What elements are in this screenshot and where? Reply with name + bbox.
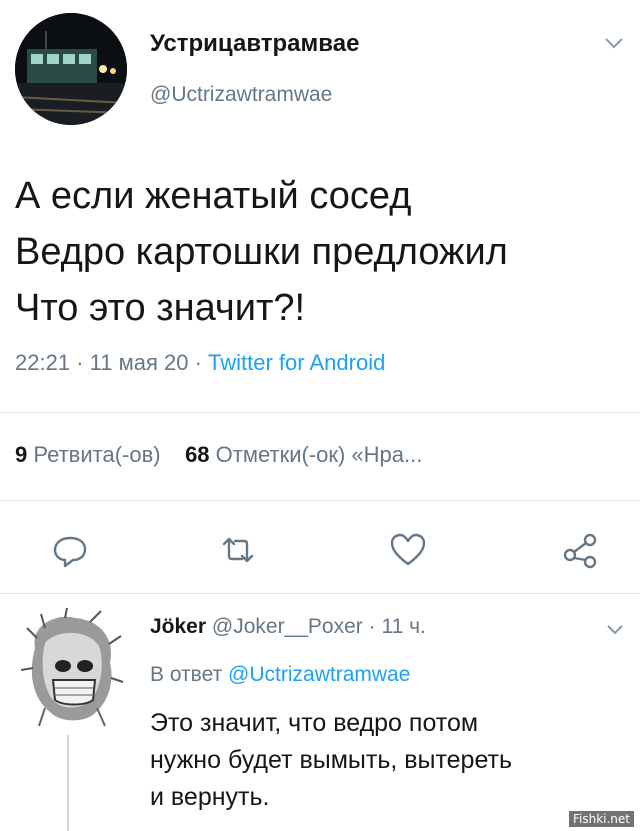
reply-to-mention[interactable]: @Uctrizawtramwae: [228, 663, 410, 686]
tweet-stats: 9 Ретвита(-ов) 68 Отметки(-ок) «Нра...: [15, 442, 422, 468]
reply-header: Jöker @Joker__Poxer · 11 ч.: [150, 615, 426, 639]
author-display-name[interactable]: Устрицавтрамвае: [150, 30, 359, 58]
joker-sketch-avatar: [15, 607, 125, 728]
likes-count: 68: [185, 442, 210, 467]
tweet-date[interactable]: 11 мая 20: [90, 350, 189, 375]
like-icon[interactable]: [388, 530, 428, 570]
tweet-meta: 22:21 · 11 мая 20 · Twitter for Android: [15, 350, 385, 376]
author-handle[interactable]: @Uctrizawtramwae: [150, 83, 332, 107]
thread-line: [67, 735, 69, 831]
author-avatar[interactable]: [15, 13, 127, 125]
chevron-down-icon[interactable]: [606, 623, 624, 636]
reply-author-avatar[interactable]: [15, 607, 125, 728]
reply-text: Это значит, что ведро потом нужно будет …: [150, 709, 513, 811]
retweet-icon[interactable]: [218, 530, 258, 570]
likes-stat[interactable]: 68 Отметки(-ок) «Нра...: [185, 442, 422, 467]
reply-age[interactable]: 11 ч.: [381, 615, 425, 638]
retweets-stat[interactable]: 9 Ретвита(-ов): [15, 442, 161, 467]
tweet-text: А если женатый сосед Ведро картошки пред…: [15, 175, 508, 329]
tweet-source-link[interactable]: Twitter for Android: [208, 350, 385, 375]
reply-icon[interactable]: [50, 530, 90, 570]
meta-separator: ·: [194, 350, 209, 375]
chevron-down-icon[interactable]: [604, 36, 624, 50]
watermark: Fishki.net: [568, 811, 634, 827]
reply-handle[interactable]: @Joker__Poxer: [212, 615, 363, 638]
divider: [0, 593, 640, 594]
reply-to-prefix: В ответ: [150, 663, 223, 686]
tram-avatar-image: [15, 13, 127, 125]
reply-to-line: В ответ @Uctrizawtramwae: [150, 663, 410, 687]
retweets-label: Ретвита(-ов): [33, 442, 161, 467]
reply-display-name[interactable]: Jöker: [150, 615, 206, 638]
retweets-count: 9: [15, 442, 28, 467]
likes-label: Отметки(-ок) «Нра...: [215, 442, 423, 467]
share-icon[interactable]: [560, 530, 600, 570]
divider: [0, 500, 640, 501]
meta-separator: ·: [76, 350, 90, 375]
meta-separator: ·: [368, 615, 382, 638]
divider: [0, 412, 640, 413]
tweet-time[interactable]: 22:21: [15, 350, 70, 375]
